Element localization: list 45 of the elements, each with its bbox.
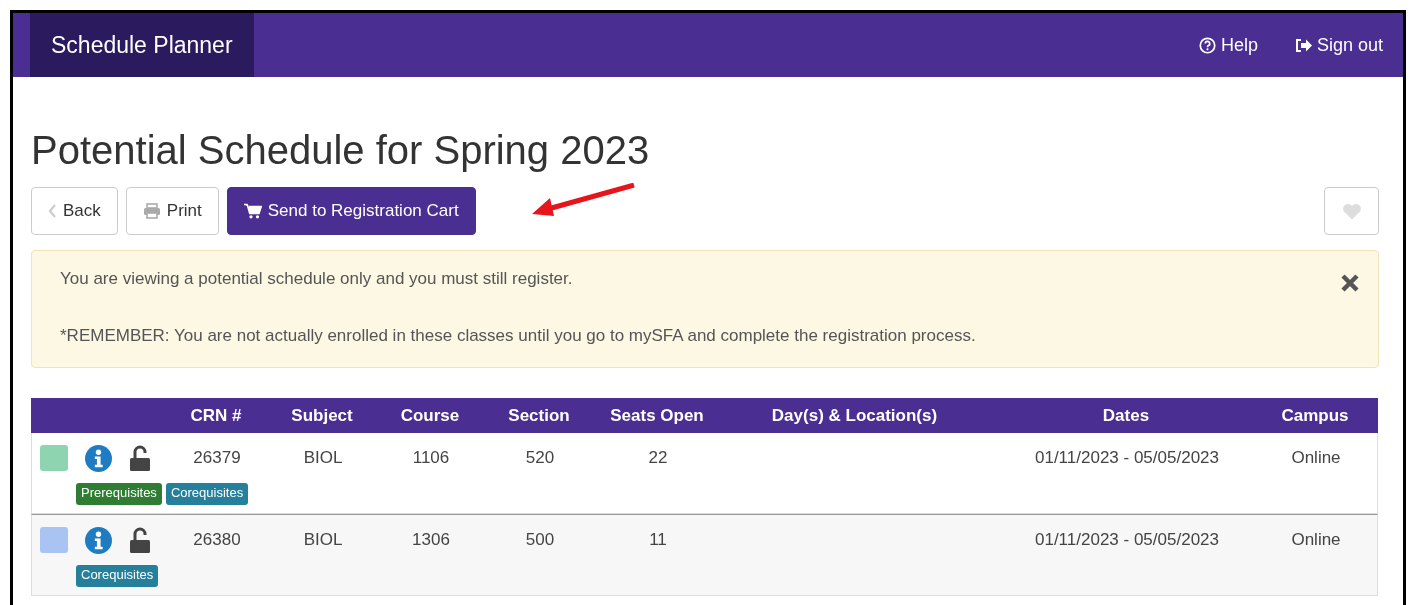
app-title[interactable]: Schedule Planner [30, 13, 254, 77]
table-cell: Online [1291, 530, 1341, 550]
table-cell: 1106 [412, 448, 450, 468]
prerequisites-tag[interactable]: Prerequisites [76, 483, 162, 505]
column-header: CRN # [190, 405, 242, 426]
column-header: Seats Open [610, 405, 704, 426]
column-header: Section [508, 405, 570, 426]
table-cell: 11 [649, 530, 667, 550]
column-header: Day(s) & Location(s) [771, 405, 938, 426]
corequisites-tag[interactable]: Corequisites [165, 483, 249, 505]
send-to-cart-button[interactable]: Send to Registration Cart [226, 187, 476, 235]
help-icon [1198, 36, 1216, 54]
table-cell: BIOL [303, 530, 343, 550]
alert-text: *REMEMBER: You are not actually enrolled in these classes until you go to mySFA and complete the registration process. [60, 325, 977, 347]
table-cell: 26380 [193, 530, 241, 550]
info-icon[interactable] [85, 444, 112, 472]
column-header: Campus [1281, 405, 1349, 426]
unlocked-padlock-icon[interactable] [129, 526, 151, 554]
column-header: Dates [1102, 405, 1150, 426]
close-icon[interactable] [1340, 273, 1360, 293]
print-button[interactable]: Print [125, 187, 219, 235]
info-icon[interactable] [85, 526, 112, 554]
table-cell: 26379 [193, 448, 241, 468]
unlocked-padlock-icon[interactable] [129, 444, 151, 472]
table-cell: Online [1291, 448, 1341, 468]
printer-icon [142, 203, 161, 219]
alert-text: You are viewing a potential schedule only and you must still register. [60, 268, 574, 290]
column-header: Subject [291, 405, 353, 426]
chevron-left-icon [48, 204, 57, 218]
table-cell: 520 [525, 448, 555, 468]
column-header: Course [400, 405, 460, 426]
cart-icon [243, 203, 262, 219]
page-title: Potential Schedule for Spring 2023 [31, 127, 650, 174]
back-button[interactable]: Back [31, 187, 118, 235]
table-cell: 500 [525, 530, 555, 550]
table-cell: 1306 [412, 530, 450, 550]
table-cell: BIOL [303, 448, 343, 468]
sign-out-icon [1293, 37, 1312, 53]
table-cell: 01/11/2023 - 05/05/2023 [1035, 530, 1219, 550]
table-cell: 22 [648, 448, 668, 468]
help-link[interactable]: Help [1198, 34, 1258, 56]
table-cell: 01/11/2023 - 05/05/2023 [1035, 448, 1219, 468]
sign-out-link[interactable]: Sign out [1293, 34, 1383, 56]
heart-icon [1341, 202, 1362, 220]
corequisites-tag[interactable]: Corequisites [76, 565, 159, 587]
